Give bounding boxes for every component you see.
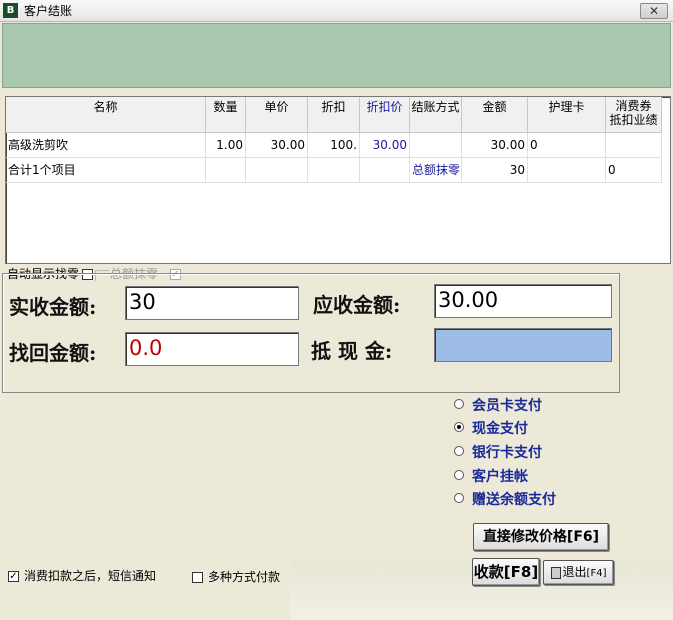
change-label: 找回金额: [9,341,97,365]
table-cell[interactable] [410,133,462,158]
table-cell[interactable]: 合计1个项目 [6,158,206,183]
pay-method-cash[interactable]: 现金支付 [454,419,528,439]
table-cell[interactable]: 1.00 [206,133,246,158]
radio-button-selected[interactable] [454,422,464,432]
table-cell[interactable]: 高级洗剪吹 [6,133,206,158]
sms-notify-checkbox[interactable]: ✓ [8,571,19,582]
pay-method-bank-card[interactable]: 银行卡支付 [454,443,542,463]
pay-method-label: 银行卡支付 [472,445,542,461]
offset-cash-field[interactable] [434,328,612,362]
col-header-amount[interactable]: 金额 [462,97,528,133]
table-cell[interactable] [308,158,360,183]
table-cell[interactable]: 0 [606,158,662,183]
window-title: 客户结账 [24,4,73,18]
title-bar [0,0,673,22]
close-button[interactable]: ✕ [640,3,668,19]
radio-button[interactable] [454,493,464,503]
pay-method-member-card[interactable]: 会员卡支付 [454,396,542,416]
radio-button[interactable] [454,399,464,409]
actual-received-input[interactable]: 30 [125,286,299,320]
col-header-discount-price[interactable]: 折扣价 [360,97,410,133]
info-banner [2,23,671,88]
pay-method-label: 会员卡支付 [472,398,542,414]
table-cell[interactable]: 30.00 [462,133,528,158]
exit-door-icon [550,566,561,579]
table-cell[interactable]: 0 [528,133,606,158]
table-cell[interactable]: 30.00 [360,133,410,158]
radio-button[interactable] [454,470,464,480]
table-cell[interactable] [528,158,606,183]
table-cell[interactable]: 100. [308,133,360,158]
col-header-pay-method[interactable]: 结账方式 [410,97,462,133]
actual-received-label: 实收金额: [9,295,97,319]
checkout-button[interactable]: 收款[F8] [472,558,540,586]
table-cell[interactable]: 30.00 [246,133,308,158]
radio-button[interactable] [454,446,464,456]
receivable-field[interactable]: 30.00 [434,284,612,318]
multi-pay-checkbox[interactable] [192,572,203,583]
table-cell[interactable]: 30 [462,158,528,183]
col-header-price[interactable]: 单价 [246,97,308,133]
multi-pay-label: 多种方式付款 [208,570,281,584]
items-table[interactable]: 名称 数量 单价 折扣 折扣价 结账方式 金额 护理卡 消费券 抵扣业绩 高级洗… [5,96,671,264]
table-cell[interactable] [206,158,246,183]
table-cell[interactable] [246,158,308,183]
pay-method-credit-account[interactable]: 客户挂帐 [454,467,528,487]
table-cell[interactable] [606,133,662,158]
table-cell[interactable] [360,158,410,183]
table-cell[interactable]: 总额抹零 [410,158,462,183]
exit-key-label: [F4] [586,568,607,579]
receivable-label: 应收金额: [313,293,401,317]
col-header-name[interactable]: 名称 [6,97,206,133]
exit-label: 退出 [562,565,587,579]
pay-method-label: 赠送余额支付 [472,492,556,508]
pay-method-label: 现金支付 [472,421,528,437]
col-header-coupon[interactable]: 消费券 抵扣业绩 [606,97,662,133]
modify-price-button[interactable]: 直接修改价格[F6] [473,523,609,551]
col-header-discount[interactable]: 折扣 [308,97,360,133]
col-header-care-card[interactable]: 护理卡 [528,97,606,133]
change-field[interactable]: 0.0 [125,332,299,366]
pay-method-label: 客户挂帐 [472,469,528,485]
app-icon: B [3,3,18,18]
offset-cash-label: 抵 现 金: [311,339,393,363]
col-header-qty[interactable]: 数量 [206,97,246,133]
sms-notify-label: 消费扣款之后，短信通知 [24,569,157,583]
pay-method-gift-balance[interactable]: 赠送余额支付 [454,490,556,510]
exit-button[interactable]: 退出[F4] [543,560,614,585]
